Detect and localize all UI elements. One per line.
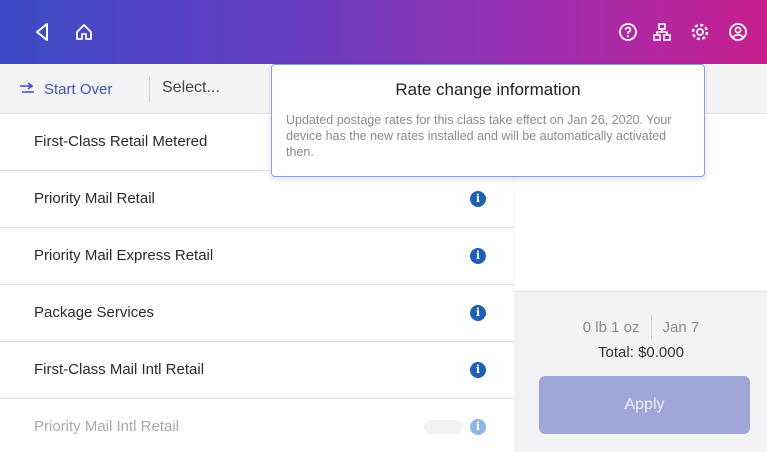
info-icon[interactable]: i bbox=[470, 419, 486, 435]
list-item[interactable]: Priority Mail Intl Retail i bbox=[0, 399, 514, 452]
info-icon[interactable]: i bbox=[470, 191, 486, 207]
toolbar-divider bbox=[149, 76, 150, 102]
date-value: Jan 7 bbox=[662, 318, 700, 336]
list-item-label: Package Services bbox=[34, 304, 155, 321]
list-item-label: Priority Mail Retail bbox=[34, 190, 155, 207]
list-item[interactable]: Priority Mail Express Retail i bbox=[0, 228, 514, 285]
back-icon[interactable] bbox=[28, 18, 56, 46]
list-item[interactable]: Package Services i bbox=[0, 285, 514, 342]
settings-icon[interactable] bbox=[686, 18, 714, 46]
start-over-icon bbox=[20, 82, 34, 93]
rate-change-tooltip: Rate change information Updated postage … bbox=[271, 64, 705, 177]
weight-value: 0 lb 1 oz bbox=[582, 318, 640, 336]
app-header bbox=[0, 0, 767, 64]
total-value: Total: $0.000 bbox=[598, 344, 684, 361]
account-icon[interactable] bbox=[724, 18, 752, 46]
list-item-label: Priority Mail Express Retail bbox=[34, 247, 214, 264]
shipment-meta: 0 lb 1 oz Jan 7 bbox=[515, 315, 767, 339]
info-icon[interactable]: i bbox=[470, 248, 486, 264]
info-icon[interactable]: i bbox=[470, 362, 486, 378]
list-item[interactable]: Priority Mail Retail i bbox=[0, 171, 514, 228]
info-icon[interactable]: i bbox=[470, 305, 486, 321]
list-item[interactable]: First-Class Mail Intl Retail i bbox=[0, 342, 514, 399]
tooltip-title: Rate change information bbox=[395, 80, 581, 99]
meta-divider bbox=[650, 315, 652, 339]
select-prompt: Select... bbox=[162, 79, 220, 96]
apply-button[interactable]: Apply bbox=[539, 376, 750, 434]
summary-panel: 0 lb 1 oz Jan 7 Total: $0.000 Apply bbox=[515, 292, 767, 452]
scroll-fade bbox=[424, 420, 462, 434]
list-item-label: First-Class Mail Intl Retail bbox=[34, 361, 205, 378]
list-item-label: First-Class Retail Metered bbox=[34, 133, 208, 150]
network-icon[interactable] bbox=[648, 18, 676, 46]
help-icon[interactable] bbox=[614, 18, 642, 46]
start-over-label: Start Over bbox=[44, 80, 113, 98]
list-item-label: Priority Mail Intl Retail bbox=[34, 418, 180, 435]
home-icon[interactable] bbox=[70, 18, 98, 46]
start-over-button[interactable]: Start Over bbox=[18, 78, 112, 100]
tooltip-body: Updated postage rates for this class tak… bbox=[286, 113, 672, 159]
